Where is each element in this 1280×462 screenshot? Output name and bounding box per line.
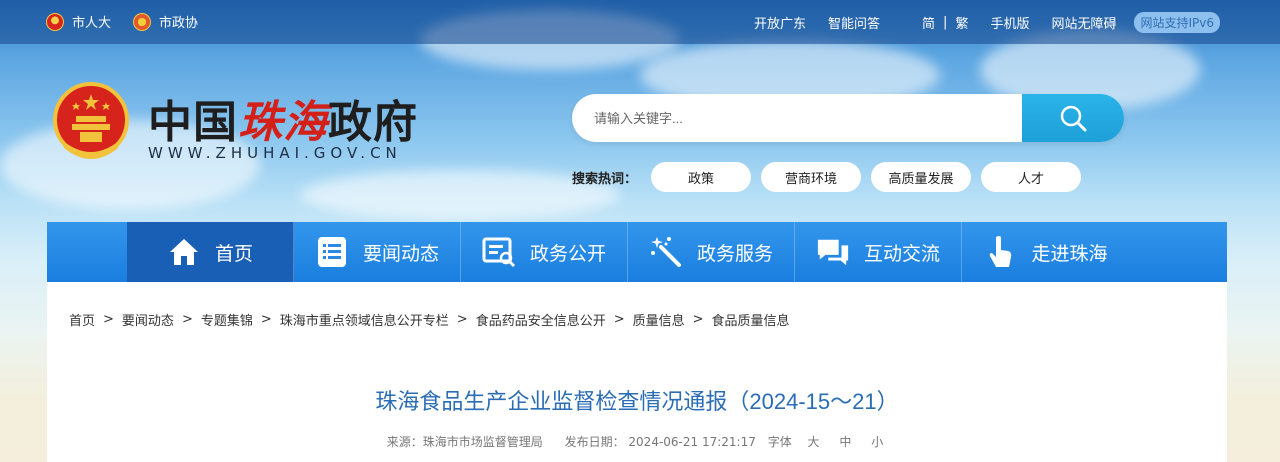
nav-item-label: 走进珠海 [1031, 242, 1108, 265]
logo-title-zhuhai: 珠海 [238, 97, 328, 148]
npc-link[interactable]: 市人大 [46, 12, 111, 31]
article-source: 来源：珠海市市场监督管理局 [386, 435, 543, 449]
breadcrumb-key-areas-disclosure[interactable]: 珠海市重点领域信息公开专栏 [280, 310, 449, 329]
mobile-version-link[interactable]: 手机版 [990, 13, 1029, 32]
cppcc-emblem-icon [133, 12, 152, 31]
breadcrumb-separator: > [260, 312, 272, 327]
smart-qa-link[interactable]: 智能问答 [828, 13, 880, 32]
traditional-chinese-link[interactable]: 繁 [955, 13, 968, 32]
nav-item-interaction[interactable]: 互动交流 [795, 222, 962, 282]
nav-item-label: 要闻动态 [362, 242, 439, 265]
nav-left-edge [47, 222, 127, 282]
search-box [572, 94, 1124, 142]
font-size-large-button[interactable]: 大 [808, 435, 820, 449]
logo-title-china: 中国 [148, 97, 238, 148]
document-search-icon [482, 235, 516, 269]
font-size-label: 字体 [767, 435, 792, 449]
breadcrumb-home[interactable]: 首页 [69, 310, 95, 329]
breadcrumb-separator: > [181, 312, 193, 327]
breadcrumb-special-topics[interactable]: 专题集锦 [201, 310, 253, 329]
breadcrumb-quality-info[interactable]: 质量信息 [633, 310, 685, 329]
logo-title-government: 政府 [328, 97, 418, 148]
site-url: WWW.ZHUHAI.GOV.CN [148, 144, 402, 162]
nav-item-label: 政务公开 [529, 242, 606, 265]
breadcrumb-food-quality-info[interactable]: 食品质量信息 [712, 310, 790, 329]
article-panel: 首页 > 要闻动态 > 专题集锦 > 珠海市重点领域信息公开专栏 > 食品药品安… [47, 282, 1227, 462]
nav-item-government-services[interactable]: 政务服务 [628, 222, 795, 282]
nav-item-about-zhuhai[interactable]: 走进珠海 [962, 222, 1129, 282]
accessibility-link[interactable]: 网站无障碍 [1051, 13, 1116, 32]
hot-tag-business-environment[interactable]: 营商环境 [761, 162, 862, 192]
hot-tag-talent[interactable]: 人才 [981, 162, 1082, 192]
nav-item-label: 首页 [214, 242, 253, 265]
breadcrumb-news[interactable]: 要闻动态 [122, 310, 174, 329]
nav-item-news[interactable]: 要闻动态 [294, 222, 461, 282]
font-size-medium-button[interactable]: 中 [839, 435, 851, 449]
nav-item-label: 政务服务 [696, 242, 773, 265]
breadcrumb-food-drug-safety[interactable]: 食品药品安全信息公开 [476, 310, 606, 329]
nav-item-government-affairs-disclosure[interactable]: 政务公开 [461, 222, 628, 282]
article-meta: 来源：珠海市市场监督管理局 发布日期： 2024-06-21 17:21:17 … [47, 433, 1227, 450]
article-publish-date: 发布日期： 2024-06-21 17:21:17 [564, 435, 756, 449]
search-input[interactable] [572, 94, 1022, 142]
national-emblem-icon [53, 82, 129, 159]
hot-search-label: 搜索热词： [572, 171, 638, 187]
hot-tag-policy[interactable]: 政策 [651, 162, 752, 192]
hand-pointer-icon [983, 235, 1017, 269]
breadcrumb-separator: > [613, 312, 625, 327]
breadcrumb-separator: > [103, 312, 114, 327]
breadcrumb-separator: > [692, 312, 704, 327]
npc-link-label: 市人大 [72, 16, 112, 31]
open-guangdong-link[interactable]: 开放广东 [754, 13, 806, 32]
search-button[interactable] [1022, 94, 1124, 142]
top-bar: 市人大 市政协 开放广东 智能问答 简 | 繁 手机版 网站无障碍 网站支持IP… [0, 0, 1280, 44]
hot-search-terms: 搜索热词： 政策 营商环境 高质量发展 人才 [572, 162, 1082, 192]
site-logo-title[interactable]: 中国珠海政府 [148, 86, 418, 150]
ipv6-badge: 网站支持IPv6 [1134, 12, 1220, 33]
nav-item-label: 互动交流 [863, 242, 940, 265]
cppcc-link-label: 市政协 [159, 16, 199, 31]
breadcrumb-separator: > [456, 312, 468, 327]
home-icon [167, 235, 201, 269]
cppcc-link[interactable]: 市政协 [133, 12, 198, 31]
font-size-small-button[interactable]: 小 [871, 435, 883, 449]
magic-wand-icon [649, 235, 683, 269]
breadcrumb: 首页 > 要闻动态 > 专题集锦 > 珠海市重点领域信息公开专栏 > 食品药品安… [69, 310, 790, 329]
news-list-icon [315, 235, 349, 269]
article-title: 珠海食品生产企业监督检查情况通报（2024-15～21） [375, 389, 899, 414]
lang-separator: | [943, 15, 948, 30]
hot-tag-high-quality-development[interactable]: 高质量发展 [871, 162, 972, 192]
chat-bubbles-icon [816, 235, 850, 269]
simplified-chinese-link[interactable]: 简 [922, 13, 935, 32]
npc-emblem-icon [46, 12, 64, 31]
nav-item-home[interactable]: 首页 [127, 222, 294, 282]
main-nav: 首页 要闻动态 政务公开 政务服务 互动交流 走进珠海 [47, 222, 1227, 282]
search-icon [1060, 105, 1087, 132]
